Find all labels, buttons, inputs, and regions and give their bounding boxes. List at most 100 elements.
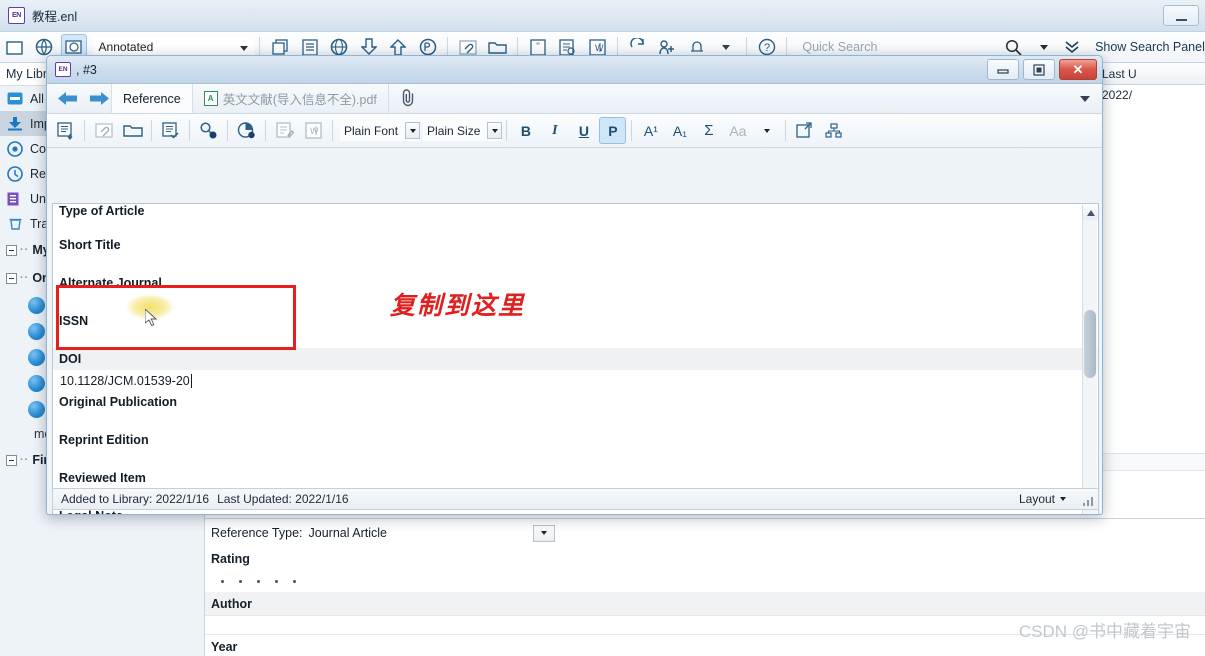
fields-scrollbar[interactable] [1082,205,1098,514]
expander-icon[interactable] [6,272,17,284]
field-label-original-publication: Original Publication [59,395,178,409]
font-size-dropdown-button[interactable] [487,122,503,139]
subscript-label: A₁ [672,122,687,139]
last-updated-text: Last Updated: 2022/1/16 [217,492,349,506]
field-input-type-of-article[interactable] [53,218,1098,234]
show-search-panel-link[interactable]: Show Search Panel [1095,40,1205,54]
toolbar-divider [332,120,333,141]
attach-file-icon[interactable] [90,117,117,144]
attachment-tab[interactable] [387,84,428,113]
field-input-alternate-journal[interactable] [53,294,1098,310]
dialog-window-controls: ✕ [987,59,1097,80]
change-case-dropdown-icon[interactable] [753,117,780,144]
star-icon[interactable] [275,579,278,583]
dialog-minimize-button[interactable] [987,59,1019,80]
find-reference-updates-icon[interactable] [195,117,222,144]
toolbar-divider [151,120,152,141]
field-label-reprint-edition: Reprint Edition [59,433,149,447]
star-icon[interactable] [293,579,296,583]
chevron-down-icon [409,128,416,133]
expander-icon[interactable] [6,454,17,466]
layout-button[interactable]: Layout [1013,489,1072,509]
toolbar-divider [84,120,85,141]
expander-icon[interactable] [6,244,17,256]
endnote-logo-text: EN [11,12,22,19]
globe-icon [28,296,45,314]
underline-button[interactable]: U [570,117,597,144]
case-label: Aa [729,122,747,139]
dialog-close-button[interactable]: ✕ [1059,59,1097,80]
change-case-button[interactable]: Aa [724,117,751,144]
scroll-up-icon[interactable] [1083,205,1098,220]
toolbar-divider [517,37,519,57]
superscript-button[interactable]: A¹ [637,117,664,144]
font-family-dropdown-button[interactable] [405,122,421,139]
reference-fields-panel: Type of Article Short Title Alternate Jo… [52,203,1099,514]
dialog-restore-button[interactable] [1023,59,1055,80]
new-folder-icon[interactable] [2,34,28,60]
svg-text:W: W [310,126,319,136]
layout-label: Layout [1018,492,1055,506]
font-size-value: Plain Size [427,123,481,138]
field-input-short-title[interactable] [53,256,1098,272]
unfiled-icon [6,191,24,207]
star-icon[interactable] [257,579,260,583]
plain-label: P [608,122,618,139]
open-folder-icon[interactable] [119,117,146,144]
arrow-right-icon[interactable] [87,87,111,111]
font-family-combo[interactable]: Plain Font [340,120,421,141]
plain-text-button[interactable]: P [599,117,627,144]
mouse-cursor-icon [144,307,158,327]
close-icon: ✕ [1072,62,1084,77]
field-label-doi: DOI [53,348,1098,370]
subscript-button[interactable]: A₁ [666,117,693,144]
field-input-original-publication[interactable] [53,413,1098,429]
symbol-button[interactable]: Σ [695,117,722,144]
chevron-down-icon[interactable] [1080,95,1090,102]
endnote-application: EN 教程.enl Annotated ” W ? Quick Search S… [0,0,1205,656]
italic-button[interactable]: I [541,117,568,144]
hierarchy-icon[interactable] [820,117,847,144]
mark-reference-icon[interactable] [157,117,184,144]
configure-icon [6,140,24,157]
bold-button[interactable]: B [512,117,539,144]
toolbar-divider [227,120,228,141]
recently-added-icon [6,165,24,182]
tab-reference[interactable]: Reference [111,84,192,113]
tab-pdf-attachment[interactable]: A 英文文献(导入信息不全).pdf [191,84,388,113]
toolbar-divider [785,120,787,141]
scrollbar-thumb[interactable] [1084,310,1096,378]
field-input-issn[interactable] [53,332,1098,348]
word-icon[interactable]: W [300,117,327,144]
underline-label: U [578,122,589,139]
insert-reference-icon[interactable] [52,117,79,144]
endnote-logo-icon: EN [8,7,25,24]
chart-pie-icon[interactable] [233,117,260,144]
rating-stars[interactable] [205,570,1205,592]
font-size-combo[interactable]: Plain Size [423,120,503,141]
star-icon[interactable] [239,579,242,583]
paperclip-icon [400,88,417,110]
main-minimize-button[interactable] [1163,5,1199,26]
column-header-last-updated[interactable]: Last U [1096,63,1205,85]
endnote-logo-icon: EN [55,62,71,77]
resize-grip[interactable] [1083,495,1094,506]
preview-field-label-author: Author [205,592,1205,615]
star-icon[interactable] [221,579,224,583]
chevron-down-icon [541,531,548,535]
toolbar-divider [631,120,633,141]
field-input-reprint-edition[interactable] [53,451,1098,467]
export-to-icon[interactable] [791,117,818,144]
tab-label: Reference [123,91,181,106]
quick-search-input[interactable]: Quick Search [802,40,998,54]
toolbar-divider [616,37,618,57]
edit-document-icon[interactable] [271,117,298,144]
toolbar-divider [745,37,747,57]
reference-type-dropdown[interactable] [533,524,556,542]
dialog-titlebar: EN , #3 ✕ [47,56,1102,84]
arrow-left-icon[interactable] [55,87,79,111]
instruction-annotation: 复制到这里 [390,293,526,320]
dialog-statusbar: Added to Library: 2022/1/16 Last Updated… [52,488,1099,510]
field-input-doi[interactable]: 10.1128/JCM.01539-20 [53,370,1098,391]
all-references-icon [6,91,24,107]
